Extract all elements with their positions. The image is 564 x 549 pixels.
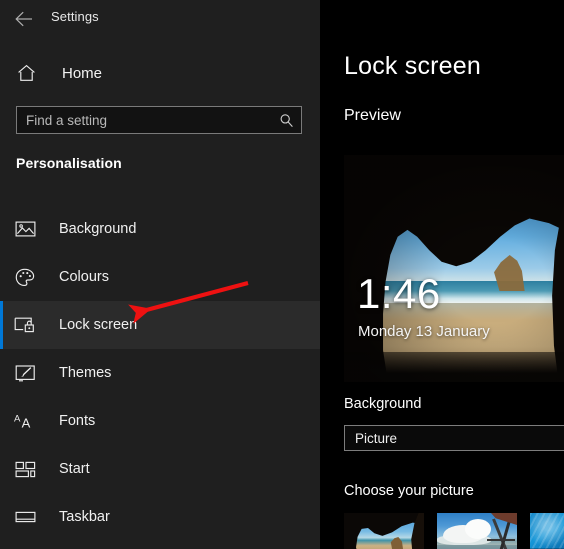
- page-title: Lock screen: [344, 52, 481, 80]
- settings-sidebar: Settings Home Personalisation: [0, 0, 320, 549]
- sidebar-item-themes-label: Themes: [59, 365, 112, 381]
- brush-icon: [14, 362, 36, 384]
- wallpaper-vignette: [344, 155, 564, 382]
- search-input[interactable]: [17, 107, 273, 133]
- preview-section-label: Preview: [344, 107, 401, 124]
- background-section-label: Background: [344, 396, 422, 412]
- image-icon: [14, 218, 36, 240]
- selection-accent-bar: [0, 445, 3, 493]
- sidebar-item-start-label: Start: [59, 461, 90, 477]
- search-icon[interactable]: [273, 107, 299, 133]
- sidebar-item-colours[interactable]: Colours: [0, 253, 320, 301]
- app-title: Settings: [51, 9, 99, 24]
- choose-picture-label: Choose your picture: [344, 483, 474, 499]
- preview-clock-date: Monday 13 January: [358, 323, 490, 340]
- sidebar-item-taskbar-label: Taskbar: [59, 509, 110, 525]
- preview-clock-time: 1:46: [357, 270, 441, 317]
- picture-thumbnail-clouds-structure[interactable]: [437, 513, 517, 549]
- svg-text:A: A: [14, 414, 21, 425]
- back-arrow-icon[interactable]: [8, 4, 42, 34]
- fonts-aa-icon: A A: [14, 410, 36, 432]
- picture-thumbnail-cave-beach[interactable]: [344, 513, 424, 549]
- sidebar-group-title: Personalisation: [16, 155, 122, 171]
- sidebar-item-lock-screen[interactable]: Lock screen: [0, 301, 320, 349]
- lock-screen-icon: [14, 314, 36, 336]
- title-bar: Settings: [0, 0, 320, 38]
- lock-screen-preview: 1:46 Monday 13 January: [344, 155, 564, 382]
- svg-text:A: A: [22, 415, 31, 430]
- selection-accent-bar: [0, 349, 3, 397]
- sidebar-nav-list: Background Colours Lock screen Themes A …: [0, 205, 320, 541]
- selection-accent-bar: [0, 205, 3, 253]
- sidebar-item-fonts[interactable]: A A Fonts: [0, 397, 320, 445]
- selection-accent-bar: [0, 253, 3, 301]
- sidebar-item-lock-screen-label: Lock screen: [59, 317, 138, 333]
- thumb-beam: [487, 539, 515, 541]
- settings-content-pane: Lock screen Preview 1:46 Monday 13 Janua…: [320, 0, 564, 549]
- sidebar-item-colours-label: Colours: [59, 269, 109, 285]
- sidebar-item-themes[interactable]: Themes: [0, 349, 320, 397]
- picture-thumbnail-list: [344, 513, 564, 549]
- search-box[interactable]: [16, 106, 302, 134]
- background-type-value: Picture: [355, 430, 398, 446]
- sidebar-item-taskbar[interactable]: Taskbar: [0, 493, 320, 541]
- sidebar-item-start[interactable]: Start: [0, 445, 320, 493]
- start-tiles-icon: [14, 458, 36, 480]
- selection-accent-bar: [0, 397, 3, 445]
- sidebar-item-home[interactable]: Home: [0, 58, 320, 88]
- background-type-dropdown[interactable]: Picture: [344, 425, 564, 451]
- palette-icon: [14, 266, 36, 288]
- picture-thumbnail-blue-water[interactable]: [530, 513, 564, 549]
- sidebar-item-background[interactable]: Background: [0, 205, 320, 253]
- taskbar-icon: [14, 506, 36, 528]
- sidebar-item-fonts-label: Fonts: [59, 413, 96, 429]
- home-icon: [16, 63, 36, 83]
- thumb-water: [530, 513, 564, 549]
- selection-accent-bar: [0, 493, 3, 541]
- sidebar-item-home-label: Home: [62, 64, 103, 82]
- selection-accent-bar: [0, 301, 3, 349]
- settings-window: Settings Home Personalisation: [0, 0, 564, 549]
- sidebar-item-background-label: Background: [59, 221, 137, 237]
- thumb-cloud: [465, 519, 491, 539]
